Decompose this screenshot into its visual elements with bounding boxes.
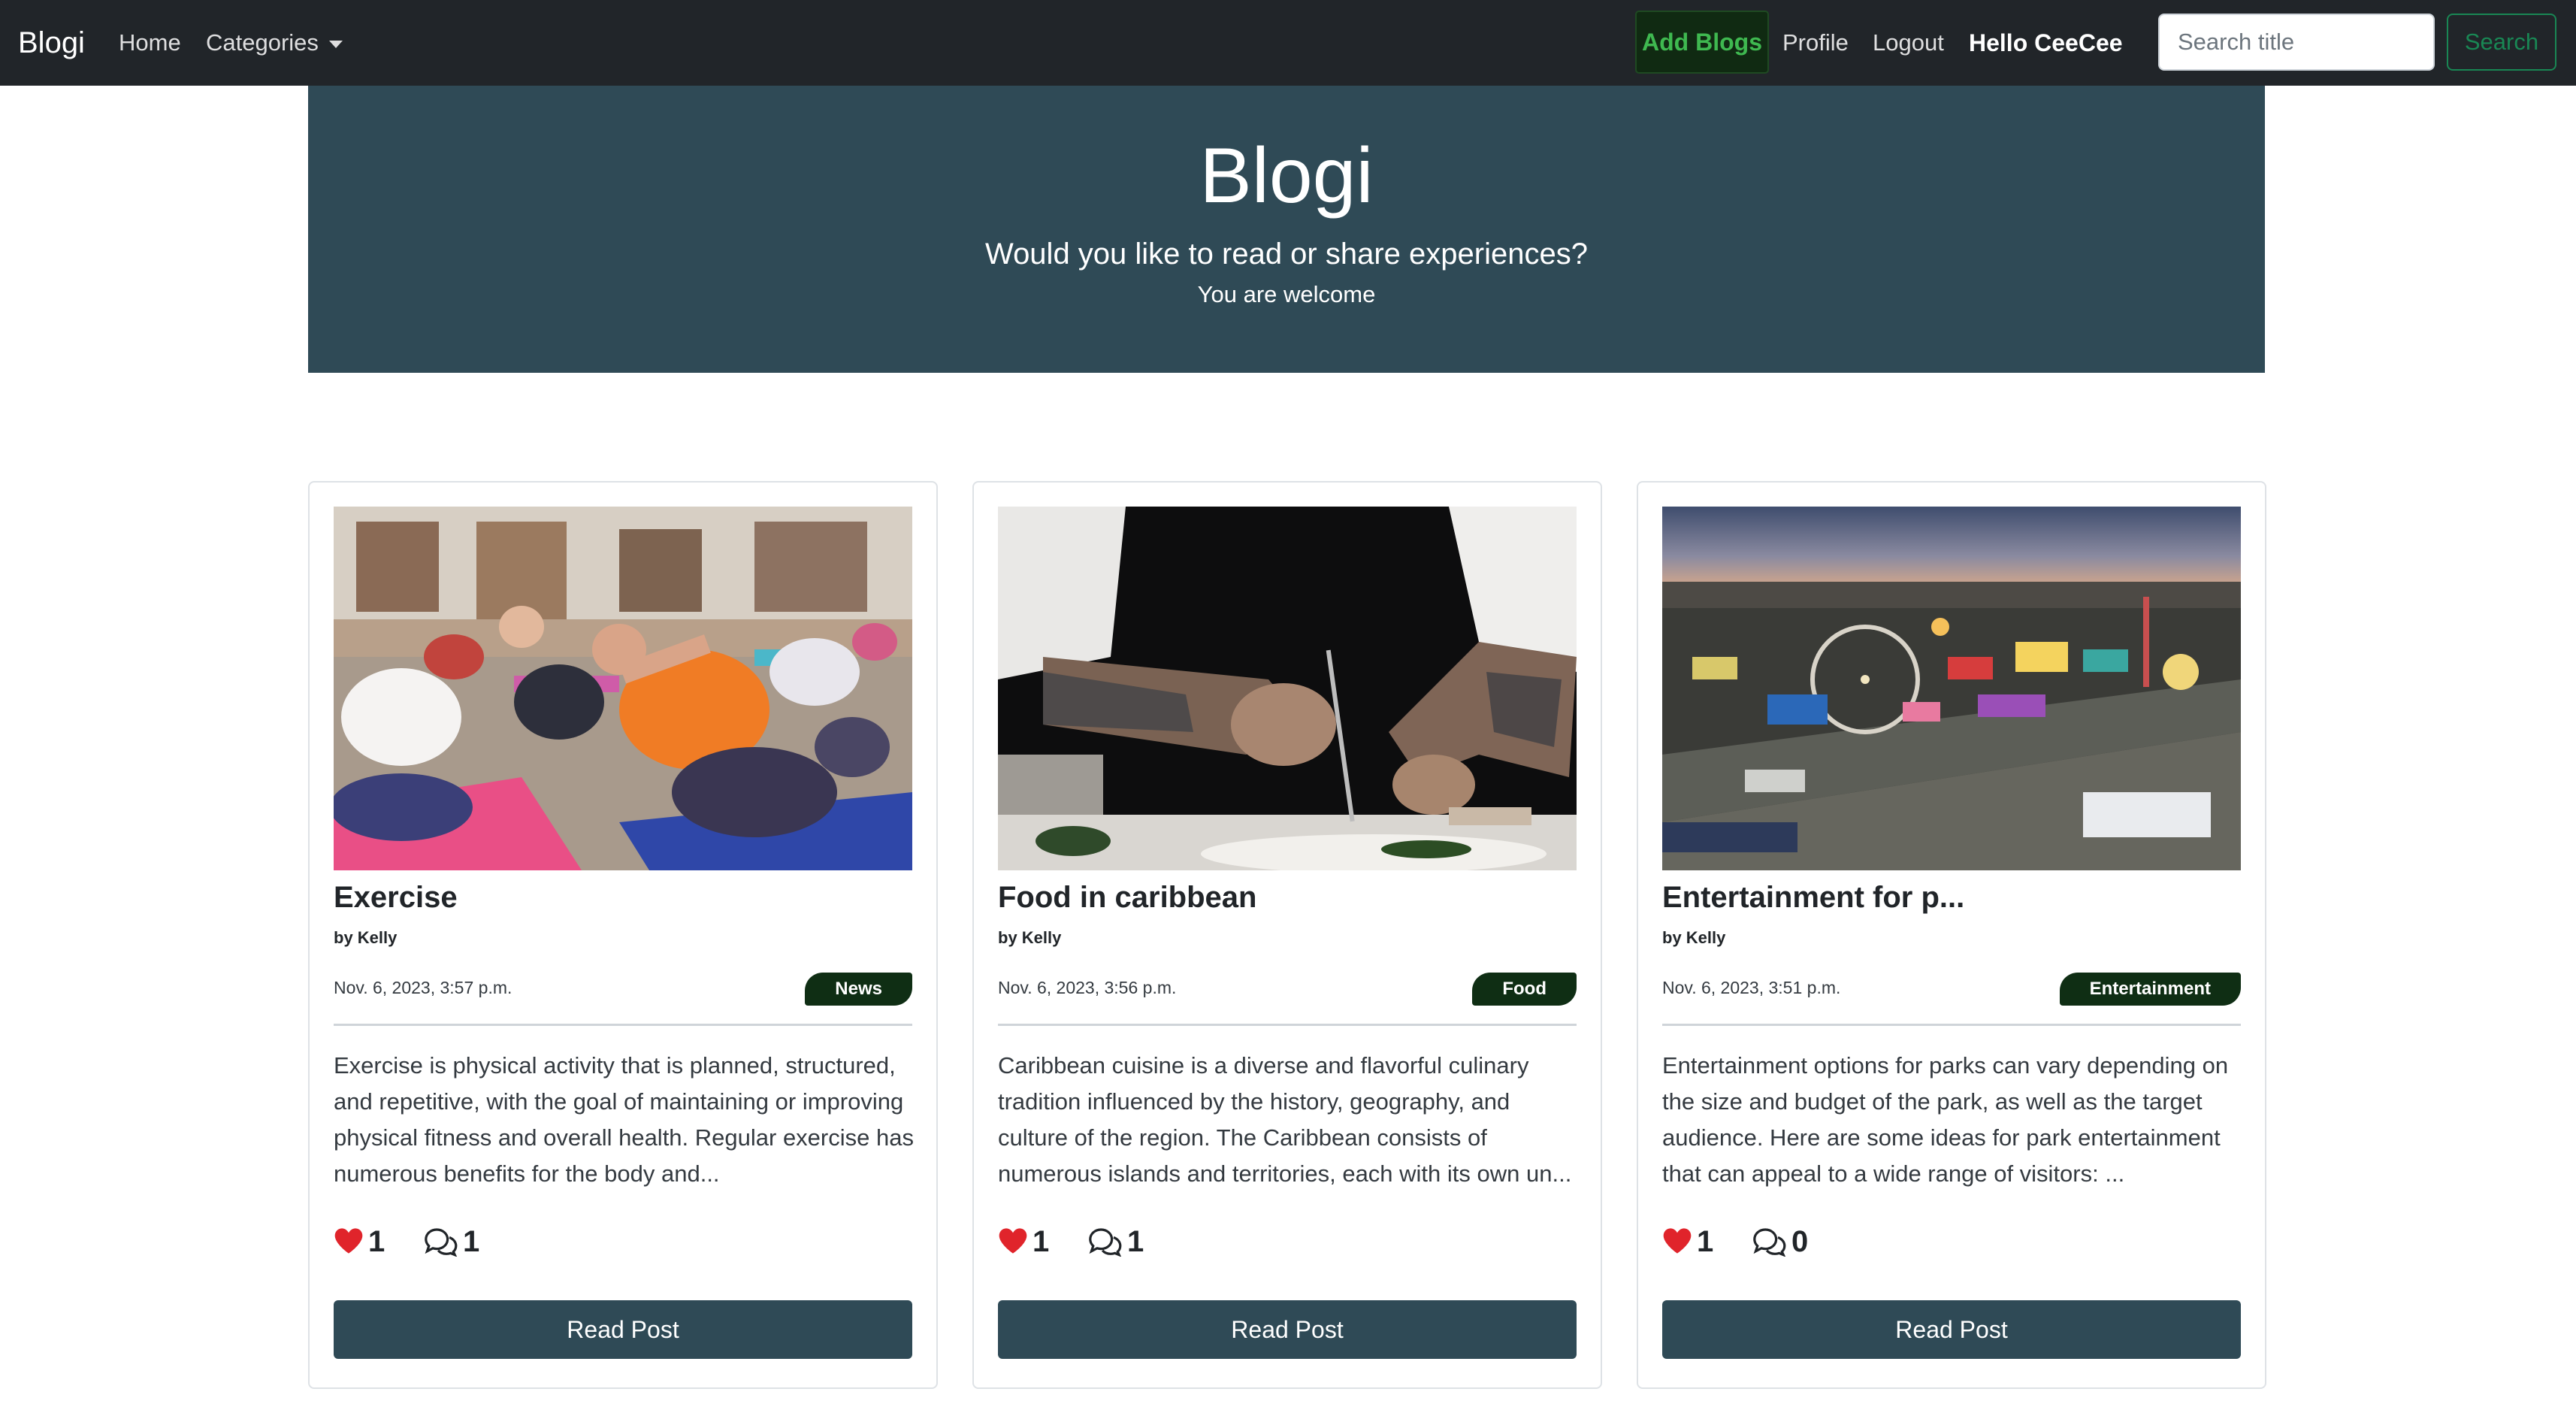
brand-link[interactable]: Blogi	[18, 0, 85, 86]
comment-count: 1	[1127, 1225, 1144, 1258]
nav-profile-link[interactable]: Profile	[1782, 0, 1849, 86]
post-image-food[interactable]	[998, 507, 1577, 870]
comments-icon	[1753, 1228, 1786, 1257]
post-excerpt: Entertainment options for parks can vary…	[1662, 1052, 2229, 1187]
post-date: Nov. 6, 2023, 3:57 p.m.	[334, 978, 512, 997]
nav-categories-label: Categories	[206, 29, 319, 56]
hero-tagline: You are welcome	[1197, 281, 1376, 307]
post-card: Food in caribbean by Kelly Nov. 6, 2023,…	[972, 481, 1602, 1389]
heart-icon	[1663, 1228, 1692, 1254]
like-count: 1	[368, 1225, 385, 1258]
nav-home-link[interactable]: Home	[119, 0, 181, 86]
post-image-yoga[interactable]	[334, 507, 912, 870]
post-author: by Kelly	[1662, 928, 1726, 947]
comments-icon	[425, 1228, 458, 1257]
post-date: Nov. 6, 2023, 3:56 p.m.	[998, 978, 1177, 997]
category-badge[interactable]: News	[805, 973, 912, 1006]
card-divider	[998, 1024, 1577, 1026]
post-title[interactable]: Entertainment for p...	[1662, 876, 1964, 918]
hero-banner: Blogi Would you like to read or share ex…	[308, 86, 2265, 373]
chevron-down-icon	[328, 40, 343, 48]
heart-icon	[999, 1228, 1027, 1254]
search-button[interactable]: Search	[2447, 14, 2556, 71]
post-card: Exercise by Kelly Nov. 6, 2023, 3:57 p.m…	[308, 481, 938, 1389]
post-date: Nov. 6, 2023, 3:51 p.m.	[1662, 978, 1841, 997]
card-divider	[334, 1024, 912, 1026]
read-post-button[interactable]: Read Post	[1662, 1300, 2241, 1359]
post-excerpt: Exercise is physical activity that is pl…	[334, 1052, 914, 1187]
top-navbar: Blogi Home Categories Add Blogs Profile …	[0, 0, 2576, 86]
comment-count: 1	[463, 1225, 480, 1258]
post-author: by Kelly	[998, 928, 1062, 947]
read-post-button[interactable]: Read Post	[334, 1300, 912, 1359]
like-count: 1	[1033, 1225, 1050, 1258]
like-count: 1	[1697, 1225, 1714, 1258]
chef-plating-photo	[998, 507, 1577, 870]
post-author: by Kelly	[334, 928, 398, 947]
category-badge[interactable]: Entertainment	[2059, 973, 2241, 1006]
comment-count: 0	[1791, 1225, 1809, 1258]
nav-categories-dropdown[interactable]: Categories	[206, 0, 343, 86]
hero-subtitle: Would you like to read or share experien…	[985, 238, 1588, 271]
post-card: Entertainment for p... by Kelly Nov. 6, …	[1637, 481, 2266, 1389]
category-badge[interactable]: Food	[1472, 973, 1577, 1006]
yoga-class-photo	[334, 507, 912, 870]
post-title[interactable]: Exercise	[334, 876, 458, 918]
search-input[interactable]	[2158, 14, 2435, 71]
read-post-button[interactable]: Read Post	[998, 1300, 1577, 1359]
post-image-entertainment[interactable]	[1662, 507, 2241, 870]
add-blogs-button[interactable]: Add Blogs	[1635, 11, 1769, 74]
post-excerpt: Caribbean cuisine is a diverse and flavo…	[998, 1052, 1572, 1187]
heart-icon	[334, 1228, 363, 1254]
amusement-park-aerial-photo	[1662, 507, 2241, 870]
card-divider	[1662, 1024, 2241, 1026]
comments-icon	[1089, 1228, 1122, 1257]
hero-title: Blogi	[1199, 132, 1374, 219]
user-greeting: Hello CeeCee	[1969, 29, 2123, 56]
nav-logout-link[interactable]: Logout	[1873, 0, 1944, 86]
post-title[interactable]: Food in caribbean	[998, 876, 1256, 918]
